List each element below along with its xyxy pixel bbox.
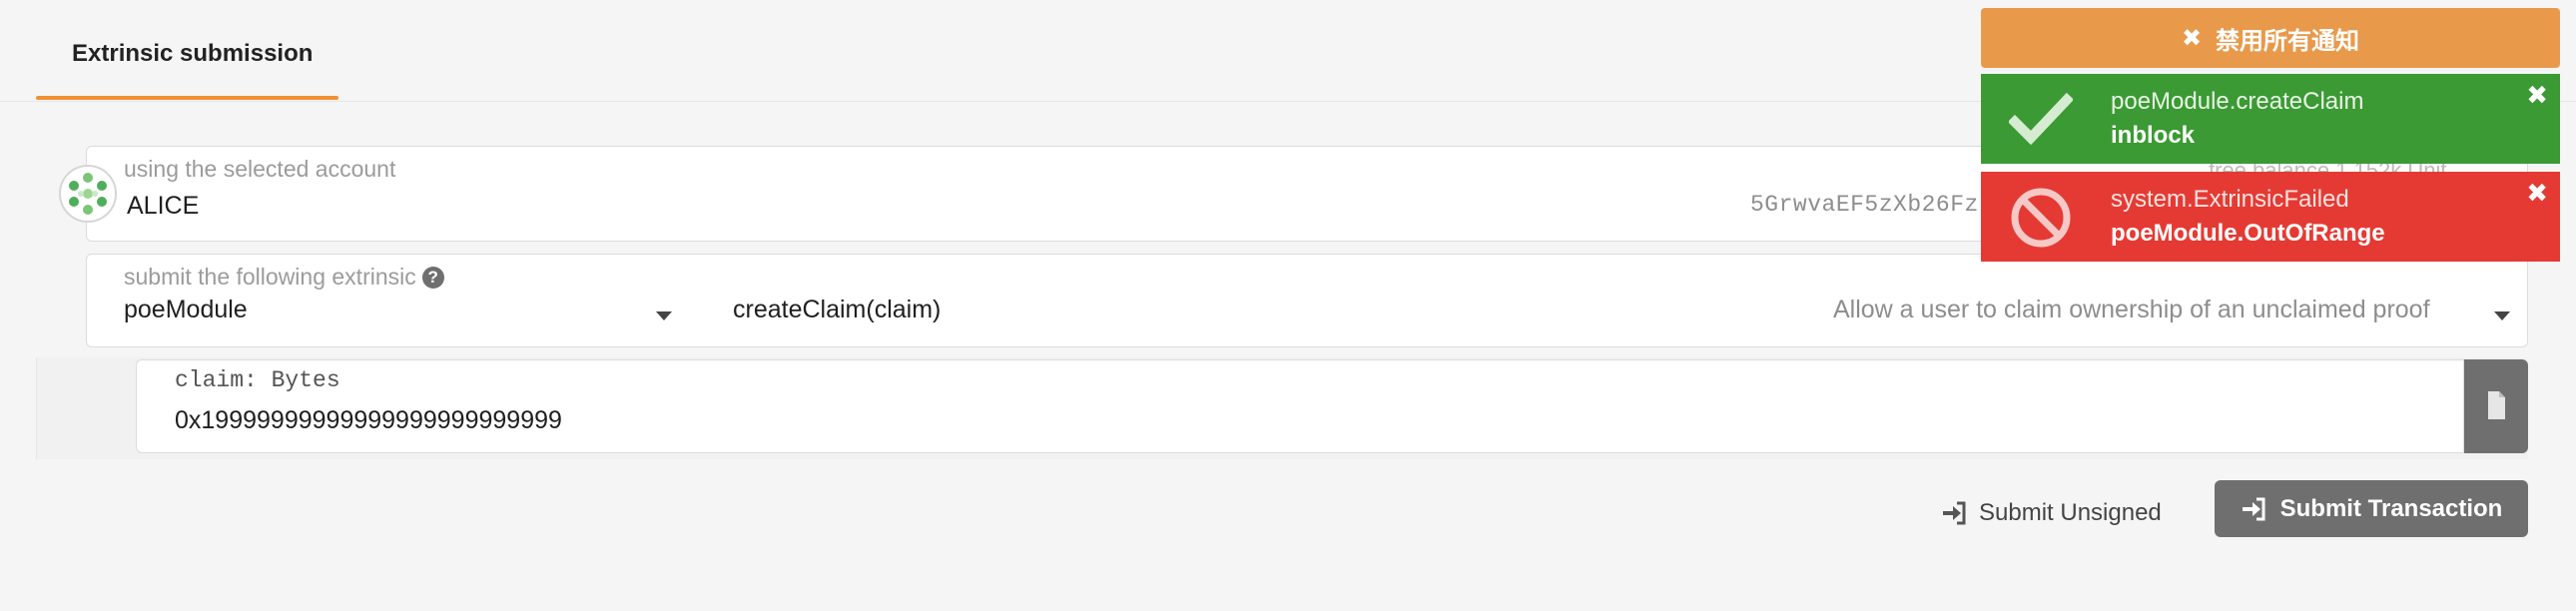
notification-error: system.ExtrinsicFailed poeModule.OutOfRa… [1981,172,2560,262]
claim-param-value[interactable]: 0x19999999999999999999999999 [175,406,562,435]
notification-status: poeModule.OutOfRange [2111,220,2385,247]
close-icon: ✖ [2181,24,2203,52]
submit-unsigned-button[interactable]: Submit Unsigned [1941,487,2162,539]
file-icon [2488,391,2505,419]
notification-title: poeModule.createClaim [2111,88,2364,115]
account-label: using the selected account [124,156,396,182]
dismiss-all-notifications-button[interactable]: ✖ 禁用所有通知 [1981,8,2560,68]
active-tab-indicator [36,96,338,100]
module-dropdown-value[interactable]: poeModule [124,296,248,324]
submit-unsigned-label: Submit Unsigned [1979,499,2162,526]
extrinsic-label-row: submit the following extrinsic? [124,264,444,291]
submit-transaction-button[interactable]: Submit Transaction [2215,480,2528,537]
account-name: ALICE [127,192,200,220]
account-address: 5GrwvaEF5zXb26Fz [1750,192,1979,218]
close-icon[interactable]: ✖ [2526,178,2548,209]
module-chevron-down-icon[interactable] [656,311,672,320]
ban-icon [2011,188,2071,248]
sign-in-icon [2242,497,2265,520]
identicon-icon [59,165,117,223]
method-dropdown-value[interactable]: createClaim(claim) [733,296,941,324]
help-icon[interactable]: ? [421,267,444,289]
close-icon[interactable]: ✖ [2526,80,2548,111]
method-description: Allow a user to claim ownership of an un… [1833,296,2430,323]
claim-param-label: claim: Bytes [175,367,340,393]
method-chevron-down-icon[interactable] [2494,311,2510,320]
submit-transaction-label: Submit Transaction [2279,494,2503,522]
extrinsic-label: submit the following extrinsic [124,264,416,290]
sign-in-icon [1943,501,1966,525]
tab-extrinsic-submission[interactable]: Extrinsic submission [72,40,313,68]
notification-status: inblock [2111,122,2196,149]
check-icon [2009,92,2073,146]
notification-title: system.ExtrinsicFailed [2111,186,2349,213]
notification-success: poeModule.createClaim inblock ✖ [1981,74,2560,164]
file-upload-button[interactable] [2464,359,2528,453]
dismiss-all-label: 禁用所有通知 [2216,27,2360,55]
